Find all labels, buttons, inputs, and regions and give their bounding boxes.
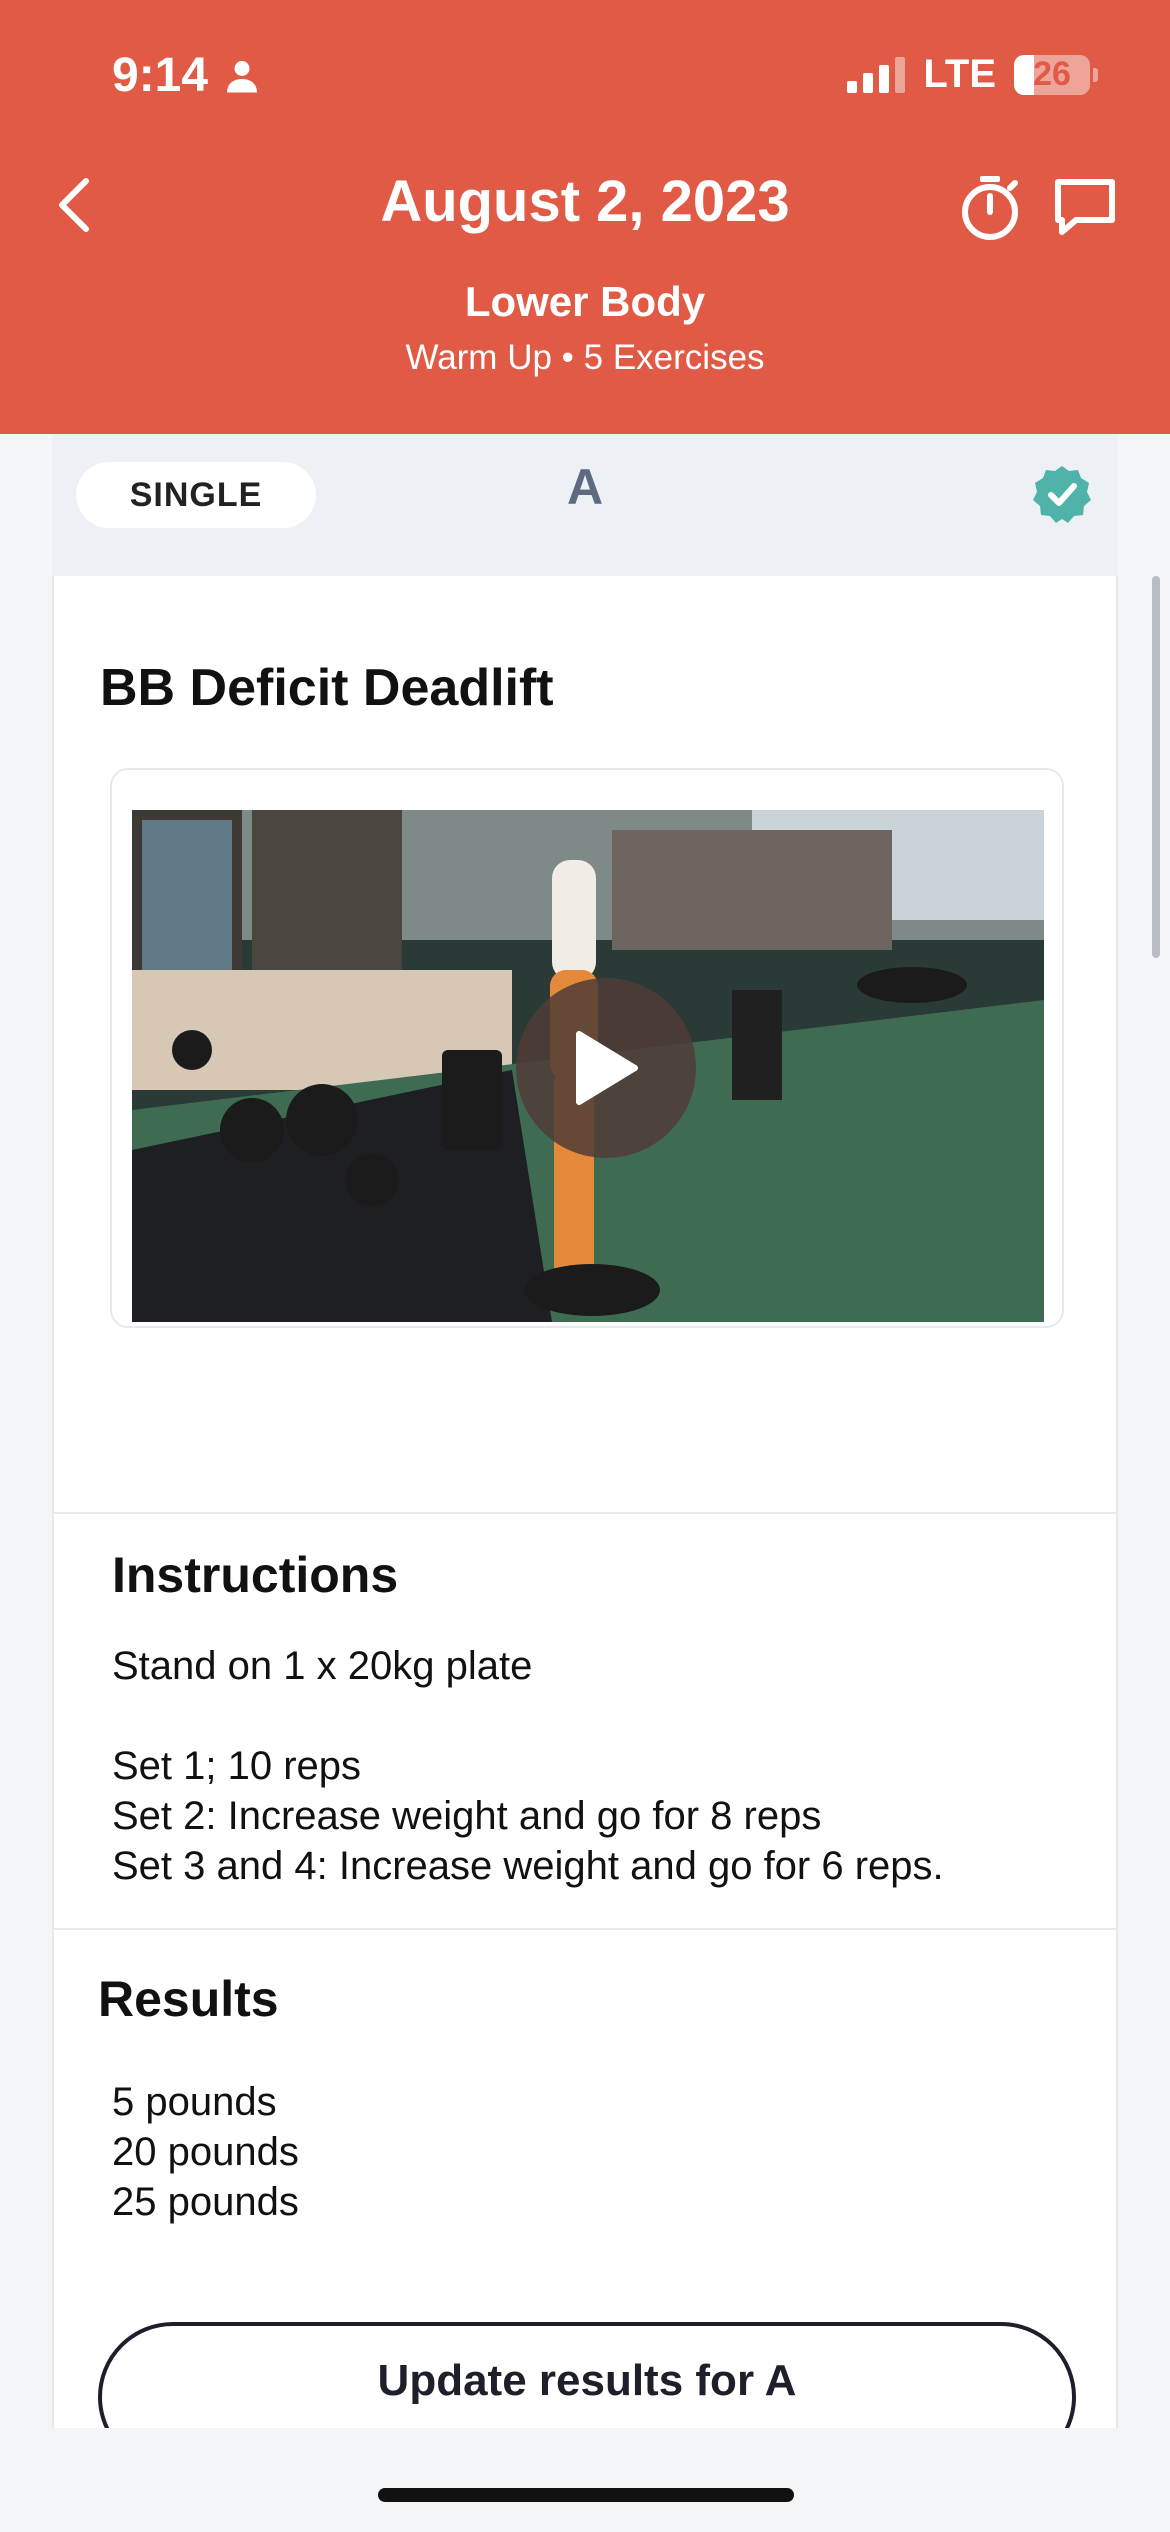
- battery-icon: 26: [1014, 54, 1098, 95]
- results-heading: Results: [98, 1971, 279, 2027]
- workout-meta: Warm Up • 5 Exercises: [405, 338, 765, 377]
- exercise-card: BB Deficit Deadlift Instructions Stand o…: [52, 576, 1118, 2472]
- result-line: 5 pounds: [112, 2080, 277, 2124]
- person-icon: [227, 60, 258, 92]
- status-indicators: LTE 26: [847, 52, 1098, 97]
- chat-icon: [1055, 179, 1115, 235]
- segment-letter: A: [566, 459, 604, 515]
- workout-name: Lower Body: [464, 278, 706, 325]
- instruction-line: Set 2: Increase weight and go for 8 reps: [112, 1794, 822, 1838]
- status-time: 9:14: [112, 48, 260, 103]
- chat-button[interactable]: [1052, 176, 1118, 238]
- network-label: LTE: [923, 52, 996, 96]
- segment-header: SINGLE A: [52, 434, 1118, 576]
- instructions-heading: Instructions: [112, 1547, 399, 1603]
- status-time-label: 9:14: [112, 49, 209, 102]
- result-line: 20 pounds: [112, 2130, 299, 2174]
- exercise-video[interactable]: [132, 810, 1044, 1322]
- verified-check-icon: [1033, 466, 1091, 523]
- workout-header: 9:14 LTE 26 August 2, 2023 Lower Body Wa…: [0, 0, 1170, 434]
- play-button[interactable]: [516, 978, 696, 1158]
- battery-level: 26: [1033, 55, 1071, 93]
- instruction-line: Set 3 and 4: Increase weight and go for …: [112, 1844, 944, 1888]
- video-container: [110, 768, 1064, 1328]
- instruction-line: Stand on 1 x 20kg plate: [112, 1644, 533, 1688]
- bottom-safe-area: [0, 2428, 1170, 2532]
- exercise-name: BB Deficit Deadlift: [100, 659, 554, 717]
- section-divider: [54, 1512, 1116, 1514]
- result-line: 25 pounds: [112, 2180, 299, 2224]
- home-indicator[interactable]: [378, 2488, 794, 2502]
- signal-icon: [847, 56, 906, 93]
- timer-button[interactable]: [958, 174, 1022, 242]
- instruction-line: Set 1; 10 reps: [112, 1744, 362, 1788]
- scrollbar[interactable]: [1152, 576, 1160, 958]
- section-divider: [54, 1928, 1116, 1930]
- stopwatch-icon: [962, 176, 1018, 240]
- play-icon: [576, 1031, 638, 1105]
